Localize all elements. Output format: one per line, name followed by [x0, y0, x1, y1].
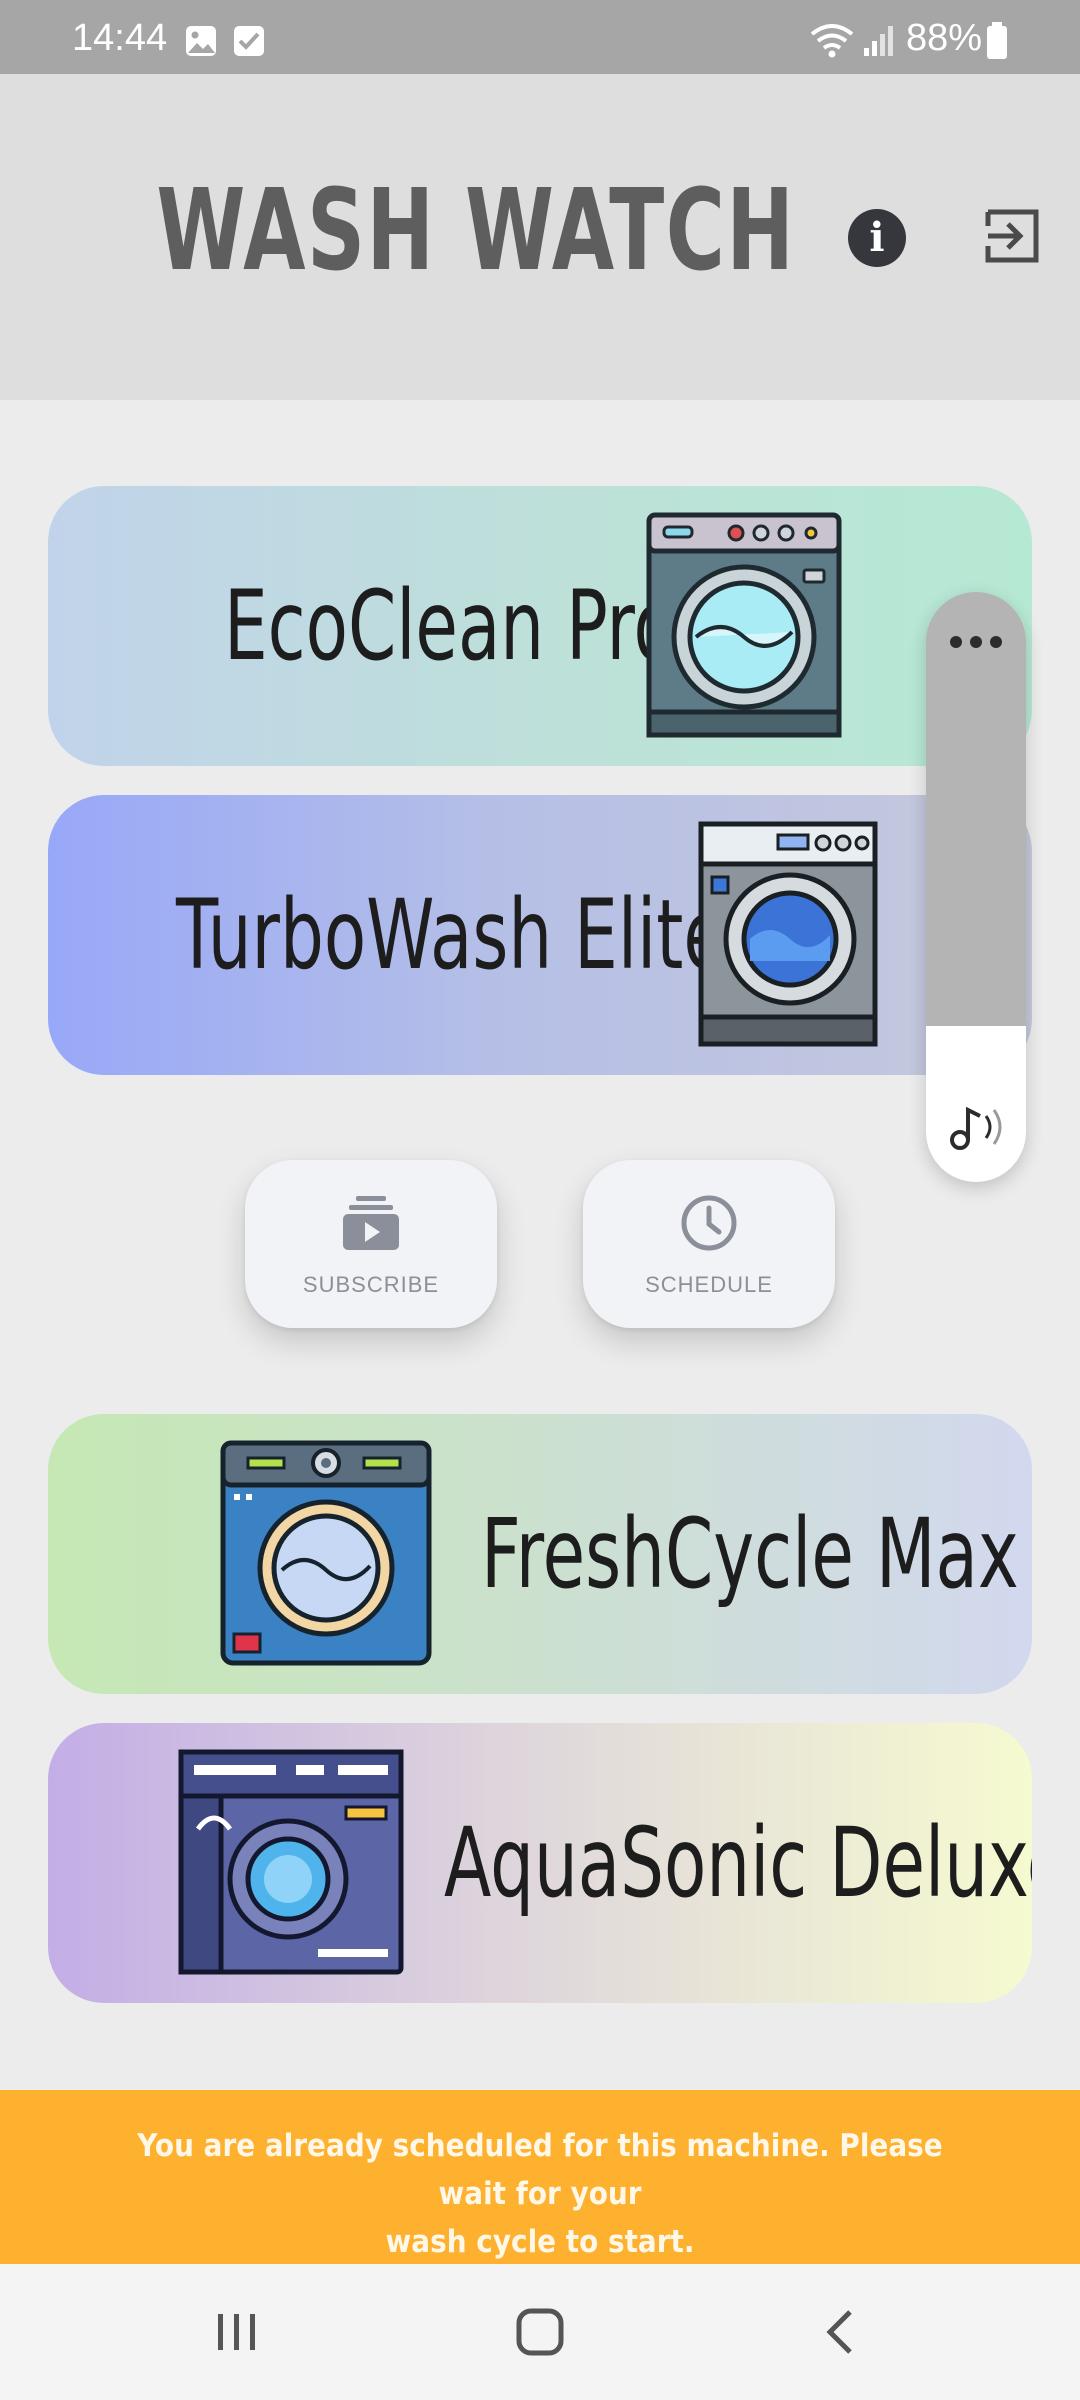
- system-nav-bar: [0, 2264, 1080, 2400]
- back-icon[interactable]: [820, 2306, 860, 2358]
- machine-name: FreshCycle Max: [481, 1498, 1019, 1610]
- washing-machine-icon: [178, 1749, 404, 1975]
- washing-machine-icon: [646, 512, 842, 738]
- info-icon: i: [869, 214, 885, 261]
- battery-icon: [987, 22, 1007, 59]
- schedule-label: SCHEDULE: [645, 1272, 773, 1297]
- check-box-icon: [234, 26, 264, 56]
- machine-card-aquasonic-deluxe[interactable]: AquaSonic Deluxe: [48, 1723, 1032, 2003]
- washing-machine-icon: [698, 821, 878, 1047]
- machine-name: AquaSonic Deluxe: [444, 1807, 1032, 1919]
- battery-percentage: 88%: [906, 17, 983, 59]
- schedule-button[interactable]: SCHEDULE: [583, 1160, 835, 1328]
- app-title: WASH WATCH: [156, 166, 796, 296]
- toast-message-line2: wash cycle to start.: [385, 2224, 695, 2260]
- home-icon[interactable]: [514, 2306, 566, 2358]
- music-note-icon[interactable]: [948, 1102, 1008, 1152]
- recent-apps-icon[interactable]: [212, 2306, 262, 2358]
- machine-card-ecoclean-pro[interactable]: EcoClean Pro: [48, 486, 1032, 766]
- gallery-icon: [186, 26, 216, 56]
- scheduled-toast: You are already scheduled for this machi…: [0, 2090, 1080, 2264]
- status-bar: 14:44 88%: [0, 0, 1080, 74]
- audio-floating-panel[interactable]: [926, 592, 1026, 1182]
- machine-card-turbowash-elite[interactable]: TurboWash Elite: [48, 795, 1032, 1075]
- info-button[interactable]: i: [848, 209, 906, 267]
- machine-card-freshcycle-max[interactable]: FreshCycle Max: [48, 1414, 1032, 1694]
- logout-icon[interactable]: [984, 208, 1040, 264]
- toast-message: You are already scheduled for this machi…: [108, 2122, 972, 2266]
- more-dots-icon[interactable]: [950, 634, 1002, 650]
- washing-machine-icon: [220, 1440, 432, 1666]
- wifi-icon: [810, 24, 854, 58]
- machine-name: TurboWash Elite: [176, 879, 726, 991]
- app-header: WASH WATCH: [0, 74, 1080, 400]
- toast-message-line1: You are already scheduled for this machi…: [137, 2128, 943, 2212]
- machine-name: EcoClean Pro: [224, 570, 676, 682]
- subscriptions-icon: [343, 1196, 399, 1250]
- clock-icon: [681, 1195, 737, 1251]
- subscribe-label: SUBSCRIBE: [302, 1272, 440, 1297]
- signal-icon: [864, 26, 893, 56]
- subscribe-button[interactable]: SUBSCRIBE: [245, 1160, 497, 1328]
- status-time: 14:44: [72, 17, 168, 59]
